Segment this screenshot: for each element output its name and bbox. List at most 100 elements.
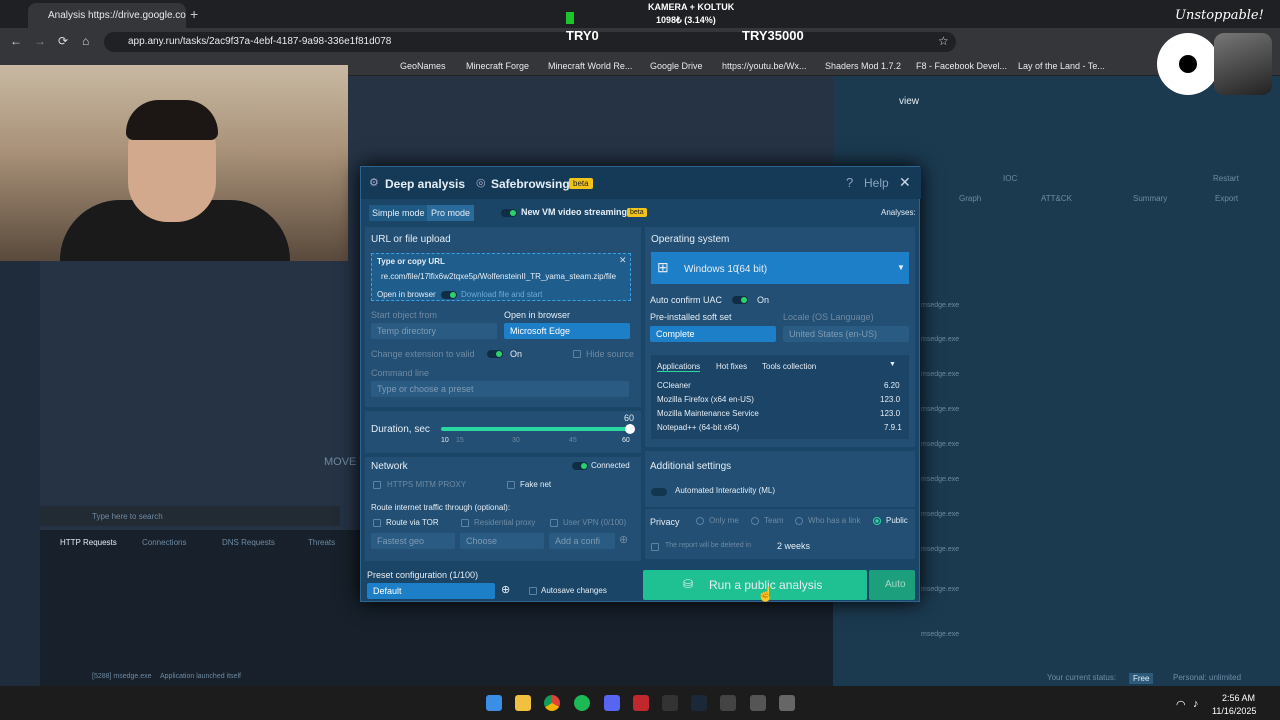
status-text: Application launched itself — [160, 673, 241, 680]
geo-select[interactable]: Fastest geo — [371, 533, 455, 549]
vpn-checkbox[interactable] — [550, 519, 558, 527]
volume-icon[interactable]: ♪ — [1193, 698, 1199, 710]
spotify-icon[interactable] — [574, 695, 590, 711]
process-row[interactable]: msedge.exe — [921, 476, 959, 483]
star-icon[interactable]: ☆ — [938, 34, 949, 48]
bookmark-geonames[interactable]: GeoNames — [400, 61, 446, 71]
privacy-radio[interactable] — [751, 517, 759, 525]
os-title: Operating system — [651, 234, 730, 245]
vpn-config-select[interactable]: Add a confi — [549, 533, 615, 549]
fake-net-checkbox[interactable] — [507, 481, 515, 489]
tab-tools[interactable]: Tools collection — [762, 362, 816, 371]
add-config-icon[interactable]: ⊕ — [619, 533, 628, 546]
delete-checkbox[interactable] — [651, 543, 659, 551]
help-icon[interactable]: ? — [846, 175, 853, 190]
process-row[interactable]: msedge.exe — [921, 546, 959, 553]
process-row[interactable]: msedge.exe — [921, 336, 959, 343]
forward-icon[interactable]: → — [34, 34, 46, 48]
app-version: 6.20 — [884, 381, 900, 390]
bookmark-facebook[interactable]: F8 - Facebook Devel... — [916, 61, 1007, 71]
app-icon[interactable] — [633, 695, 649, 711]
autosave-checkbox[interactable] — [529, 587, 537, 595]
7zip-icon[interactable] — [779, 695, 795, 711]
url-clear-icon[interactable]: ✕ — [619, 255, 627, 266]
bookmark-youtube[interactable]: https://youtu.be/Wx... — [722, 61, 807, 71]
network-toggle[interactable] — [572, 462, 588, 470]
address-bar[interactable]: app.any.run/tasks/2ac9f37a-4ebf-4187-9a9… — [104, 32, 956, 52]
uac-toggle[interactable] — [732, 296, 748, 304]
residential-checkbox[interactable] — [461, 519, 469, 527]
tab-applications[interactable]: Applications — [657, 362, 701, 372]
tab-safebrowsing[interactable]: Safebrowsing — [491, 177, 570, 191]
reload-icon[interactable]: ⟳ — [58, 34, 68, 48]
back-icon[interactable]: ← — [10, 34, 22, 48]
duration-thumb[interactable] — [625, 424, 635, 434]
choose-select[interactable]: Choose — [460, 533, 544, 549]
discord-icon[interactable] — [604, 695, 620, 711]
command-line-input[interactable]: Type or choose a preset — [371, 381, 629, 397]
start-object-select[interactable]: Temp directory — [371, 323, 497, 339]
tab-deep-analysis[interactable]: Deep analysis — [385, 177, 465, 191]
steam-icon[interactable] — [691, 695, 707, 711]
process-row[interactable]: msedge.exe — [921, 511, 959, 518]
new-tab-icon[interactable]: + — [190, 6, 198, 22]
tab-threats[interactable]: Threats — [308, 538, 335, 547]
tab-graph[interactable]: Graph — [959, 194, 981, 203]
tor-checkbox[interactable] — [373, 519, 381, 527]
browser-select[interactable]: Microsoft Edge — [504, 323, 630, 339]
locale-select[interactable]: United States (en-US) — [783, 326, 909, 342]
help-link[interactable]: Help — [864, 176, 889, 190]
bookmark-shaders[interactable]: Shaders Mod 1.7.2 — [825, 61, 901, 71]
process-row[interactable]: msedge.exe — [921, 586, 959, 593]
process-row[interactable]: msedge.exe — [921, 631, 959, 638]
explorer-icon[interactable] — [515, 695, 531, 711]
bookmark-world[interactable]: Minecraft World Re... — [548, 61, 632, 71]
interactivity-toggle[interactable] — [651, 488, 667, 496]
bookmark-drive[interactable]: Google Drive — [650, 61, 703, 71]
soft-set-select[interactable]: Complete — [650, 326, 776, 342]
process-row[interactable]: msedge.exe — [921, 302, 959, 309]
bookmark-forge[interactable]: Minecraft Forge — [466, 61, 529, 71]
close-icon[interactable]: ✕ — [899, 174, 911, 191]
simple-mode-button[interactable]: Simple mode — [369, 205, 428, 221]
add-preset-icon[interactable]: ⊕ — [501, 583, 510, 596]
start-icon[interactable] — [486, 695, 502, 711]
home-icon[interactable]: ⌂ — [82, 34, 89, 48]
win-search-bar[interactable] — [40, 506, 340, 526]
open-in-browser-toggle[interactable] — [441, 291, 457, 299]
tab-summary[interactable]: Summary — [1133, 194, 1167, 203]
app-icon[interactable] — [662, 695, 678, 711]
pro-mode-button[interactable]: Pro mode — [427, 205, 475, 221]
video-beta-badge: beta — [627, 208, 647, 217]
process-row[interactable]: msedge.exe — [921, 371, 959, 378]
video-streaming-toggle[interactable] — [501, 209, 517, 217]
tab-connections[interactable]: Connections — [142, 538, 186, 547]
bookmark-landscape[interactable]: Lay of the Land - Te... — [1018, 61, 1105, 71]
tor-label: Route via TOR — [386, 518, 439, 527]
hide-source-checkbox[interactable] — [573, 350, 581, 358]
process-row[interactable]: msedge.exe — [921, 441, 959, 448]
privacy-radio-public[interactable] — [873, 517, 881, 525]
url-input[interactable]: re.com/file/17lfix6w2tqxe5p/WolfensteinI… — [381, 272, 625, 281]
url-title: URL or file upload — [371, 234, 451, 245]
preset-select[interactable]: Default — [367, 583, 495, 599]
tab-attack[interactable]: ATT&CK — [1041, 194, 1072, 203]
app-icon[interactable] — [720, 695, 736, 711]
analysis-dialog: ⚙ Deep analysis ◎ Safebrowsing beta ? He… — [360, 166, 921, 602]
tab-dns[interactable]: DNS Requests — [222, 538, 275, 547]
tab-restart[interactable]: Restart — [1213, 174, 1239, 183]
tab-export[interactable]: Export — [1215, 194, 1238, 203]
tab-http[interactable]: HTTP Requests — [60, 538, 117, 547]
process-row[interactable]: msedge.exe — [921, 406, 959, 413]
privacy-radio[interactable] — [795, 517, 803, 525]
app-icon[interactable] — [750, 695, 766, 711]
mitm-checkbox[interactable] — [373, 481, 381, 489]
wifi-icon[interactable]: ◠ — [1176, 698, 1186, 711]
apps-chevron-down-icon[interactable]: ▼ — [889, 361, 896, 368]
tab-ioc[interactable]: IOC — [1003, 174, 1017, 183]
change-ext-toggle[interactable] — [487, 350, 503, 358]
browser-tab[interactable]: Analysis https://drive.google.co — [28, 3, 186, 28]
privacy-radio[interactable] — [696, 517, 704, 525]
tab-hotfixes[interactable]: Hot fixes — [716, 362, 747, 371]
chrome-icon[interactable] — [544, 695, 560, 711]
